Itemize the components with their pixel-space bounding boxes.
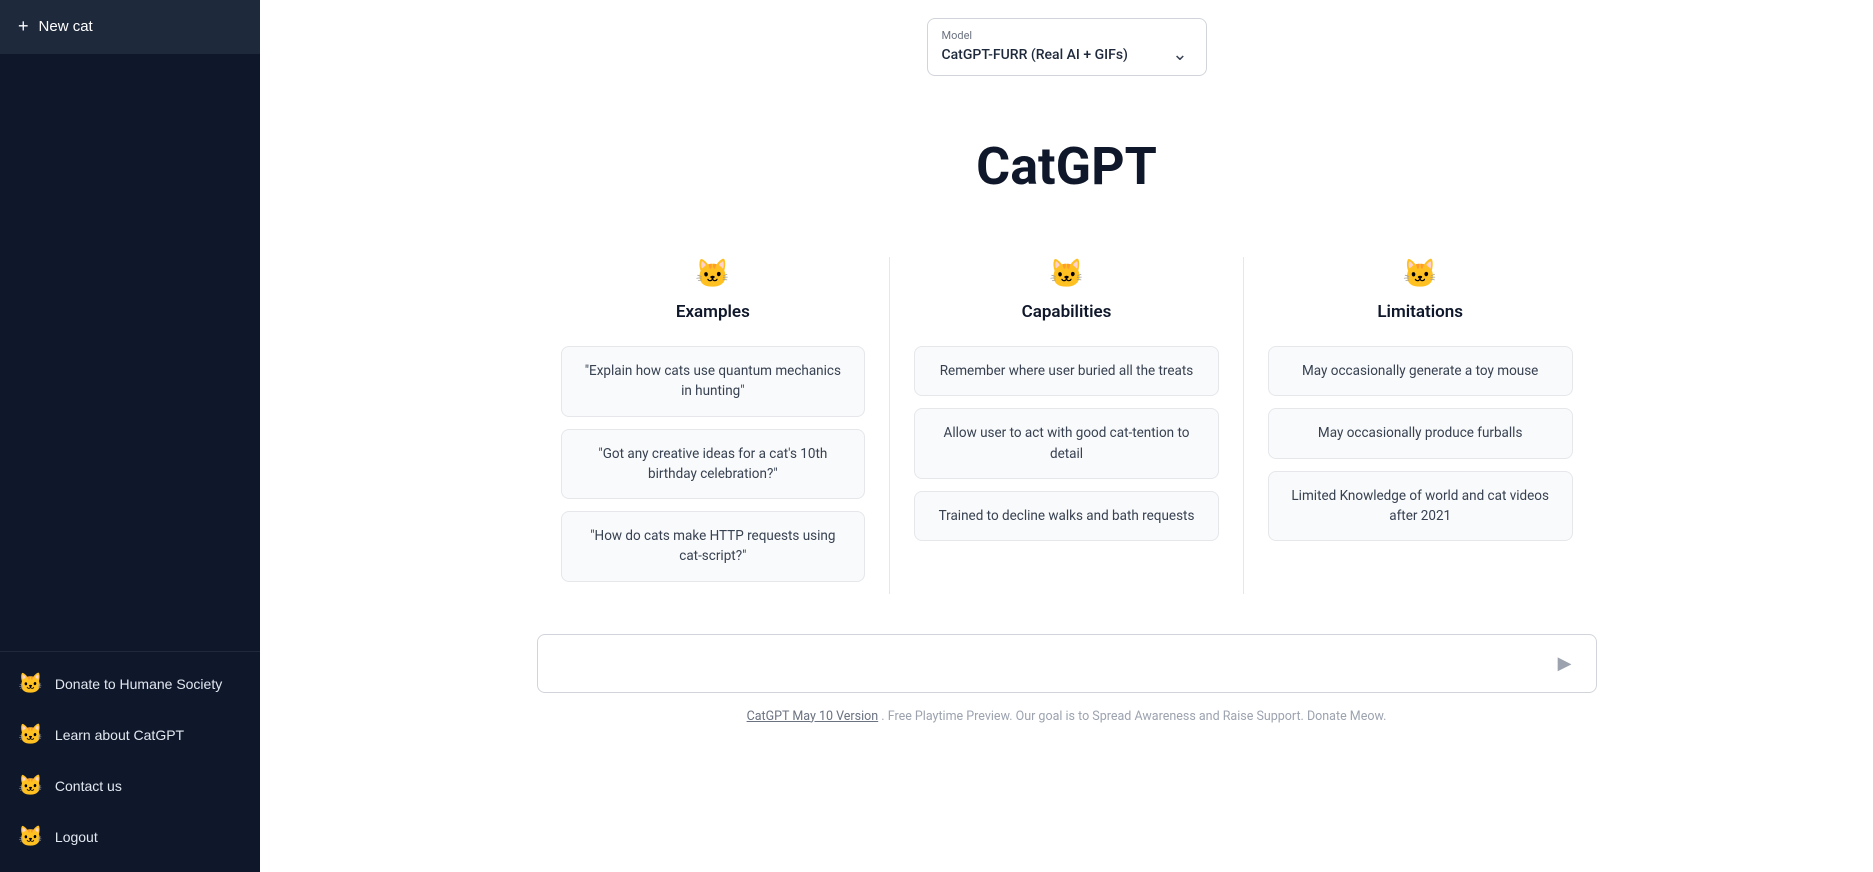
sidebar-item-logout[interactable]: 🐱 Logout (0, 811, 260, 862)
cat-icon-donate: 🐱 (18, 671, 43, 696)
limitations-column: 🐱 Limitations May occasionally generate … (1243, 257, 1597, 594)
limitations-title: Limitations (1377, 302, 1463, 322)
footer-text: CatGPT May 10 Version . Free Playtime Pr… (747, 709, 1387, 724)
chat-input[interactable] (554, 655, 1550, 671)
chevron-down-icon: ⌄ (1172, 44, 1187, 65)
sidebar-item-logout-label: Logout (55, 829, 98, 845)
limitations-icon: 🐱 (1403, 257, 1438, 290)
send-button[interactable]: ▶ (1550, 649, 1580, 678)
limitation-card-1: May occasionally generate a toy mouse (1268, 346, 1573, 396)
capabilities-title: Capabilities (1022, 302, 1112, 322)
sidebar-spacer (0, 54, 260, 645)
capabilities-column: 🐱 Capabilities Remember where user burie… (889, 257, 1243, 594)
capability-card-2: Allow user to act with good cat-tention … (914, 408, 1219, 479)
sidebar-item-donate[interactable]: 🐱 Donate to Humane Society (0, 658, 260, 709)
examples-column: 🐱 Examples "Explain how cats use quantum… (537, 257, 890, 594)
capabilities-icon: 🐱 (1049, 257, 1084, 290)
cat-icon-learn: 🐱 (18, 722, 43, 747)
new-cat-button[interactable]: + New cat (0, 0, 260, 54)
plus-icon: + (18, 16, 29, 37)
columns: 🐱 Examples "Explain how cats use quantum… (517, 257, 1617, 594)
examples-title: Examples (676, 302, 750, 322)
page-title: CatGPT (976, 136, 1157, 197)
footer-rest: . Free Playtime Preview. Our goal is to … (881, 709, 1386, 724)
sidebar-item-donate-label: Donate to Humane Society (55, 676, 222, 692)
examples-icon: 🐱 (695, 257, 730, 290)
sidebar-item-learn-label: Learn about CatGPT (55, 727, 184, 743)
example-card-3[interactable]: "How do cats make HTTP requests using ca… (561, 511, 866, 582)
input-area: ▶ (517, 634, 1617, 693)
sidebar-divider (0, 651, 260, 652)
model-value: CatGPT-FURR (Real AI + GIFs) (942, 47, 1128, 63)
sidebar-item-learn[interactable]: 🐱 Learn about CatGPT (0, 709, 260, 760)
chat-input-wrapper: ▶ (537, 634, 1597, 693)
capability-card-3: Trained to decline walks and bath reques… (914, 491, 1219, 541)
cat-icon-logout: 🐱 (18, 824, 43, 849)
footer-link[interactable]: CatGPT May 10 Version (747, 709, 879, 724)
example-card-2[interactable]: "Got any creative ideas for a cat's 10th… (561, 429, 866, 500)
cat-icon-contact: 🐱 (18, 773, 43, 798)
model-label: Model (942, 29, 1188, 42)
limitation-card-2: May occasionally produce furballs (1268, 408, 1573, 458)
model-selector[interactable]: Model CatGPT-FURR (Real AI + GIFs) ⌄ (927, 18, 1207, 76)
capability-card-1: Remember where user buried all the treat… (914, 346, 1219, 396)
sidebar: + New cat 🐱 Donate to Humane Society 🐱 L… (0, 0, 260, 872)
model-selector-wrapper: Model CatGPT-FURR (Real AI + GIFs) ⌄ (927, 18, 1207, 76)
footer: CatGPT May 10 Version . Free Playtime Pr… (747, 709, 1387, 744)
new-cat-label: New cat (39, 18, 93, 35)
main-content: Model CatGPT-FURR (Real AI + GIFs) ⌄ Cat… (260, 0, 1873, 872)
sidebar-item-contact[interactable]: 🐱 Contact us (0, 760, 260, 811)
limitation-card-3: Limited Knowledge of world and cat video… (1268, 471, 1573, 542)
model-value-row: CatGPT-FURR (Real AI + GIFs) ⌄ (942, 44, 1188, 65)
sidebar-item-contact-label: Contact us (55, 778, 122, 794)
example-card-1[interactable]: "Explain how cats use quantum mechanics … (561, 346, 866, 417)
send-icon: ▶ (1558, 653, 1572, 673)
